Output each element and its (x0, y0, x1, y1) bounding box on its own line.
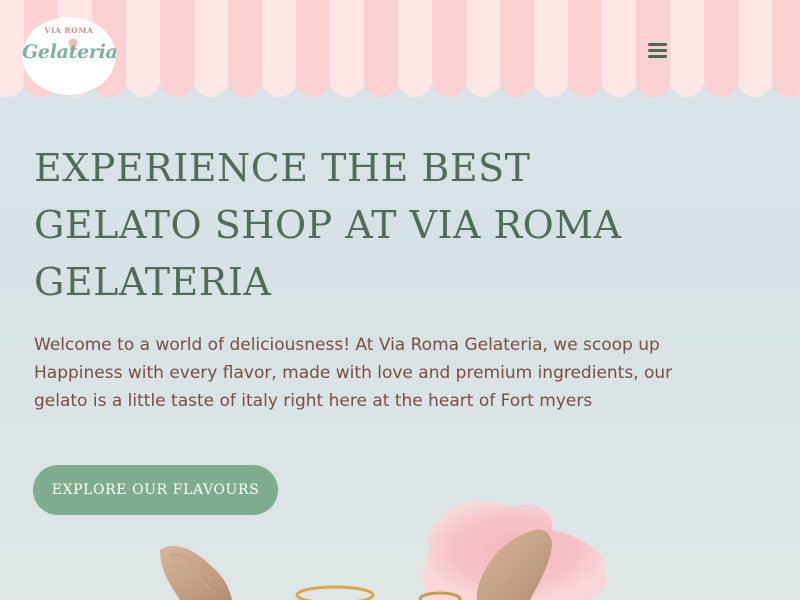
awning-stripe (534, 0, 568, 97)
awning-stripes-graphic (0, 0, 800, 97)
awning-stripe (364, 0, 398, 97)
awning-stripe (160, 0, 194, 97)
logo-top-text: VIA ROMA (44, 26, 94, 35)
hero-title-line-3: Gelateria (34, 260, 272, 304)
site-logo[interactable]: VIA ROMA Gelateria (22, 17, 118, 95)
awning-stripe (296, 0, 330, 97)
awning-stripe (500, 0, 534, 97)
awning-stripe (466, 0, 500, 97)
intro-line-1: Welcome to a world of deliciousness! At … (34, 335, 660, 355)
menu-bar (648, 49, 667, 52)
hero-title: Experience the best Gelato shop at Via R… (34, 140, 654, 311)
striped-awning (0, 0, 800, 100)
logo-script-text: Gelateria (22, 41, 118, 63)
awning-stripe (194, 0, 228, 97)
intro-line-2: Happiness with every flavor, made with l… (34, 363, 673, 383)
awning-stripe (262, 0, 296, 97)
awning-stripe (772, 0, 800, 97)
hero-title-line-2: Gelato shop at Via Roma (34, 203, 622, 247)
awning-stripe (126, 0, 160, 97)
awning-stripe (228, 0, 262, 97)
menu-bar (648, 43, 667, 46)
intro-line-3: gelato is a little taste of italy right … (34, 391, 593, 411)
winged-gelato-cups-image (140, 495, 640, 600)
awning-stripe (398, 0, 432, 97)
awning-stripe (568, 0, 602, 97)
awning-stripe (432, 0, 466, 97)
awning-stripe (330, 0, 364, 97)
hero-intro-paragraph: Welcome to a world of deliciousness! At … (34, 331, 714, 415)
hamburger-menu-icon[interactable] (645, 40, 669, 62)
awning-stripe (670, 0, 704, 97)
awning-stripe (0, 0, 24, 97)
awning-stripe (738, 0, 772, 97)
awning-stripe (704, 0, 738, 97)
awning-stripe (602, 0, 636, 97)
menu-bar (648, 55, 667, 58)
hero-title-line-1: Experience the best (34, 146, 531, 190)
